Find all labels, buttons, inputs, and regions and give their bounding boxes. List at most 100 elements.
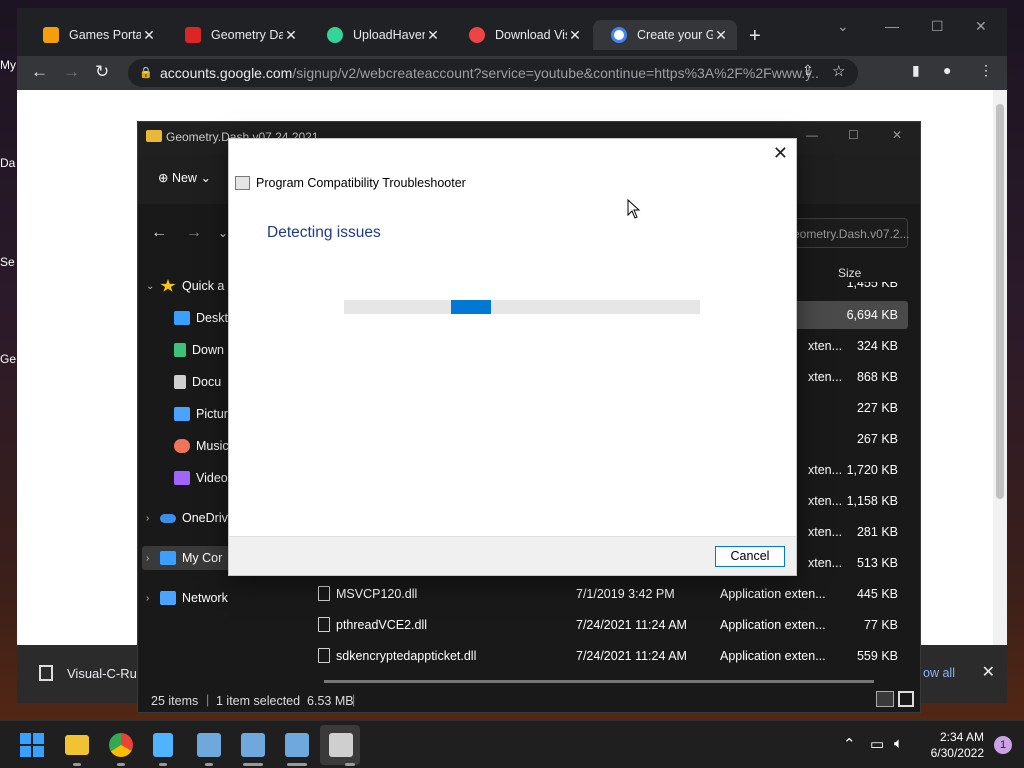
sidepanel-icon[interactable]: ▮ — [912, 62, 920, 79]
sidebar-item-downloads[interactable]: Down — [174, 338, 224, 362]
minimize-icon[interactable]: — — [806, 128, 818, 142]
file-date: 7/24/2021 11:24 AM — [576, 649, 687, 663]
status-heading: Detecting issues — [267, 224, 381, 241]
reload-icon[interactable]: ↻ — [95, 62, 109, 82]
file-size: 1,158 KB — [846, 494, 898, 508]
minimize-icon[interactable]: — — [885, 18, 899, 34]
maximize-icon[interactable]: ☐ — [931, 18, 944, 35]
file-size: 267 KB — [856, 432, 898, 446]
recent-chevron-icon[interactable]: ⌄ — [218, 226, 228, 240]
chevron-up-icon[interactable]: ⌃ — [843, 735, 856, 753]
sidebar-item-documents[interactable]: Docu — [174, 370, 221, 394]
bookmark-star-icon[interactable]: ☆ — [832, 62, 845, 80]
sidebar-item-music[interactable]: Music — [174, 434, 229, 458]
chevron-right-icon: › — [146, 552, 150, 564]
forward-icon[interactable]: → — [63, 62, 80, 82]
running-indicator — [243, 763, 263, 766]
desktop-label-se: Se — [0, 255, 15, 269]
file-name: sdkencryptedappticket.dll — [336, 649, 477, 663]
cancel-button[interactable]: Cancel — [715, 546, 785, 567]
item-count: 25 items — [151, 694, 199, 708]
tab-download-visual[interactable]: Download Visu ✕ — [451, 20, 591, 50]
sidebar-item-quick-access[interactable]: ⌄ Quick a — [146, 274, 224, 298]
installer-icon-2[interactable] — [241, 733, 265, 757]
sidebar-item-pictures[interactable]: Pictur — [174, 402, 228, 426]
tab-games-portal[interactable]: Games Portal ✕ — [25, 20, 165, 50]
close-window-icon[interactable]: ✕ — [892, 128, 902, 142]
notification-badge[interactable]: 1 — [994, 736, 1012, 754]
menu-icon[interactable]: ⋮ — [979, 62, 993, 79]
close-icon[interactable]: ✕ — [283, 27, 299, 44]
file-type: xten... — [808, 494, 843, 508]
chevron-down-icon[interactable]: ⌄ — [837, 18, 849, 35]
address-bar[interactable]: 🔒 accounts.google.com/signup/v2/webcreat… — [128, 59, 858, 87]
share-icon[interactable]: ⇪ — [802, 62, 814, 79]
tab-title: Geometry Dash — [211, 28, 283, 42]
file-name: MSVCP120.dll — [336, 587, 418, 601]
file-size: 77 KB — [863, 618, 898, 632]
show-all-link[interactable]: ow all — [923, 666, 955, 680]
start-tile — [33, 733, 44, 744]
file-row[interactable]: MSVCP120.dll 7/1/2019 3:42 PM Application … — [308, 580, 908, 608]
details-view-icon[interactable] — [876, 691, 894, 707]
browser-toolbar: ← → ↻ 🔒 accounts.google.com/signup/v2/we… — [17, 56, 1007, 90]
progress-indicator — [451, 300, 491, 314]
forward-icon[interactable]: → — [186, 224, 202, 242]
volume-icon[interactable]: 🔈︎ — [894, 735, 903, 752]
chrome-icon[interactable] — [109, 733, 133, 757]
tab-create-google-account[interactable]: Create your Go ✕ — [593, 20, 737, 50]
file-date: 7/24/2021 11:24 AM — [576, 618, 687, 632]
back-icon[interactable]: ← — [151, 224, 167, 242]
file-explorer-icon[interactable] — [65, 735, 89, 755]
scrollbar-thumb[interactable] — [996, 104, 1004, 499]
tab-uploadhaven[interactable]: UploadHaven ✕ — [309, 20, 449, 50]
power-icon — [469, 27, 485, 43]
troubleshooter-icon[interactable] — [329, 733, 353, 757]
dll-file-icon — [318, 617, 330, 632]
file-row[interactable]: pthreadVCE2.dll 7/24/2021 11:24 AM Applica… — [308, 611, 908, 639]
installer-icon-3[interactable] — [285, 733, 309, 757]
start-tile — [20, 733, 31, 744]
sidebar-item-videos[interactable]: Videos — [174, 466, 234, 490]
close-icon[interactable]: ✕ — [773, 143, 788, 164]
close-icon[interactable]: ✕ — [141, 27, 157, 44]
close-icon[interactable]: ✕ — [425, 27, 441, 44]
column-header-size[interactable]: Size — [838, 266, 861, 280]
horizontal-scrollbar[interactable] — [324, 680, 874, 683]
page-scrollbar[interactable] — [993, 90, 1007, 656]
sidebar-item-desktop[interactable]: Deskto — [174, 306, 235, 330]
search-input[interactable]: eometry.Dash.v07.2... — [788, 218, 910, 248]
close-icon[interactable]: ✕ — [713, 27, 729, 44]
maximize-icon[interactable]: ☐ — [848, 128, 859, 142]
chevron-right-icon: › — [146, 592, 150, 604]
network-tray-icon[interactable]: ▭ — [870, 735, 884, 753]
file-type: xten... — [808, 525, 843, 539]
close-icon[interactable]: ✕ — [567, 27, 583, 44]
file-size: 227 KB — [856, 401, 898, 415]
close-icon[interactable]: ✕ — [982, 662, 995, 682]
cloud-upload-icon — [327, 27, 343, 43]
tab-geometry-dash[interactable]: Geometry Dash ✕ — [167, 20, 307, 50]
download-item-name[interactable]: Visual-C-Run — [67, 666, 144, 681]
profile-icon[interactable]: ● — [943, 62, 951, 78]
file-size: 445 KB — [856, 587, 898, 601]
games-icon — [43, 27, 59, 43]
installer-icon[interactable] — [197, 733, 221, 757]
file-type: Application exten... — [720, 618, 826, 632]
start-icon[interactable] — [20, 733, 44, 757]
notepad-icon[interactable] — [153, 733, 173, 757]
running-indicator — [345, 763, 355, 766]
desktop-label-da: Da — [0, 156, 16, 170]
troubleshooter-dialog: ✕ Program Compatibility Troubleshooter D… — [228, 138, 797, 576]
close-window-icon[interactable]: ✕ — [975, 18, 987, 35]
new-tab-button[interactable]: + — [749, 25, 761, 48]
taskbar-clock[interactable]: 2:34 AM 6/30/2022 — [931, 729, 984, 761]
tab-title: Download Visu — [495, 28, 567, 42]
new-button[interactable]: ⊕ New ⌄ — [158, 170, 211, 185]
tiles-view-icon[interactable] — [898, 691, 914, 707]
start-tile — [20, 746, 31, 757]
file-row[interactable]: sdkencryptedappticket.dll 7/24/2021 11:24… — [308, 642, 908, 670]
back-icon[interactable]: ← — [31, 62, 48, 82]
sidebar-item-onedrive[interactable]: › OneDriv — [146, 506, 228, 530]
sidebar-item-network[interactable]: › Network — [146, 586, 228, 610]
